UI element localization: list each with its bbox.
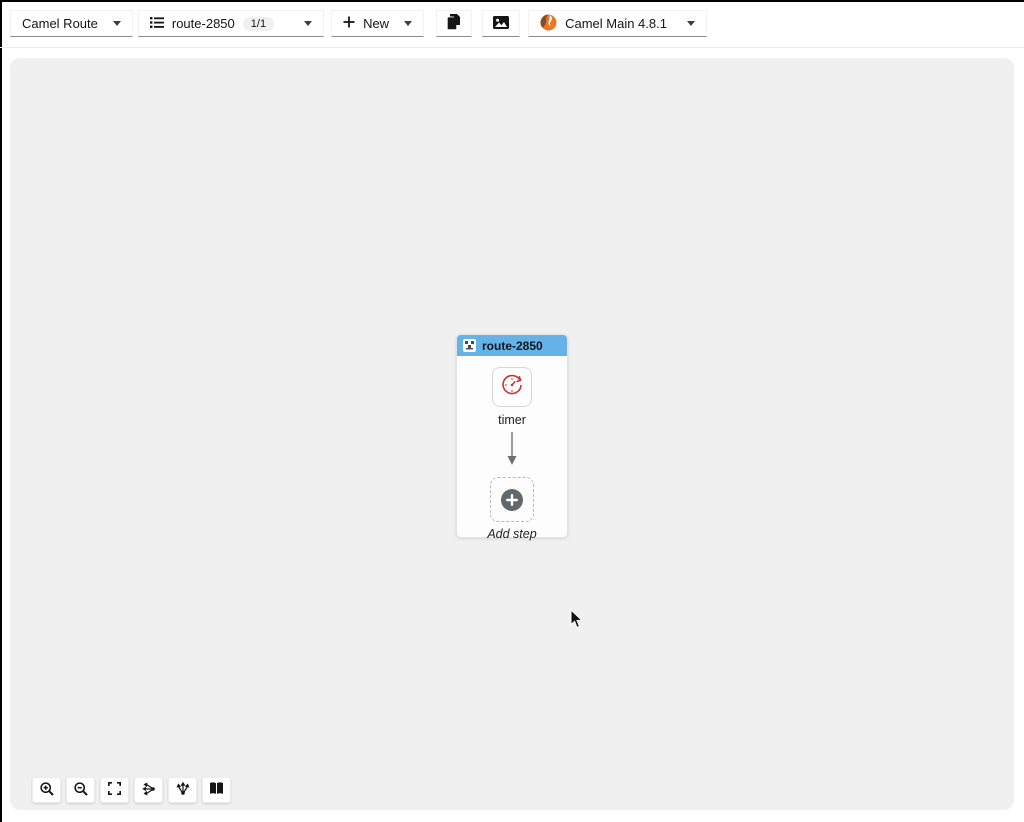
horizontal-layout-icon xyxy=(141,782,156,799)
toolbar-divider xyxy=(0,47,1024,48)
flows-toggle-label: route-2850 xyxy=(172,16,235,31)
catalog-button[interactable] xyxy=(202,777,231,803)
image-icon xyxy=(493,16,509,32)
flows-count-badge: 1/1 xyxy=(243,17,274,31)
chevron-down-icon xyxy=(404,21,412,26)
list-icon xyxy=(150,16,164,32)
flows-list-toggle[interactable]: route-2850 1/1 xyxy=(138,10,324,37)
zoom-in-button[interactable] xyxy=(32,777,61,803)
zoom-out-button[interactable] xyxy=(66,777,95,803)
zoom-out-icon xyxy=(74,782,88,799)
application-window: Camel Route route-2850 1/1 New xyxy=(0,0,1024,822)
window-edge-left xyxy=(0,0,2,822)
expand-icon xyxy=(108,782,121,798)
runtime-select-label: Camel Main 4.8.1 xyxy=(565,16,667,31)
export-image-button[interactable] xyxy=(482,10,520,37)
runtime-select-toggle[interactable]: Camel Main 4.8.1 xyxy=(528,10,707,37)
route-group-title: route-2850 xyxy=(482,339,543,353)
copy-source-button[interactable] xyxy=(436,10,472,37)
camel-logo-icon xyxy=(540,14,557,34)
mouse-cursor xyxy=(570,610,584,635)
plus-circle-icon xyxy=(501,489,523,511)
route-icon xyxy=(463,339,476,352)
chevron-down-icon xyxy=(113,21,121,26)
zoom-in-icon xyxy=(40,782,54,799)
timer-step-label: timer xyxy=(498,413,526,427)
add-step-placeholder[interactable] xyxy=(490,477,534,522)
timer-icon xyxy=(499,372,525,403)
edge-arrow-icon xyxy=(506,432,518,471)
copy-icon xyxy=(447,14,461,33)
new-route-button[interactable]: New xyxy=(331,10,424,37)
fit-to-screen-button[interactable] xyxy=(100,777,129,803)
dsl-select-toggle[interactable]: Camel Route xyxy=(10,10,133,37)
book-icon xyxy=(209,782,224,798)
canvas-control-bar xyxy=(32,777,231,803)
horizontal-layout-button[interactable] xyxy=(134,777,163,803)
visualization-canvas[interactable]: route-2850 xyxy=(10,58,1014,810)
timer-step-node[interactable] xyxy=(492,367,532,407)
route-group-body: timer Add step xyxy=(457,356,567,541)
route-group-node[interactable]: route-2850 xyxy=(456,334,568,538)
vertical-layout-icon xyxy=(176,781,190,799)
top-toolbar: Camel Route route-2850 1/1 New xyxy=(2,2,1024,47)
chevron-down-icon xyxy=(687,21,695,26)
add-step-label: Add step xyxy=(487,527,536,541)
dsl-select-label: Camel Route xyxy=(22,16,98,31)
plus-icon xyxy=(343,16,355,31)
vertical-layout-button[interactable] xyxy=(168,777,197,803)
chevron-down-icon xyxy=(304,21,312,26)
route-group-header[interactable]: route-2850 xyxy=(457,335,567,356)
new-button-label: New xyxy=(363,16,389,31)
